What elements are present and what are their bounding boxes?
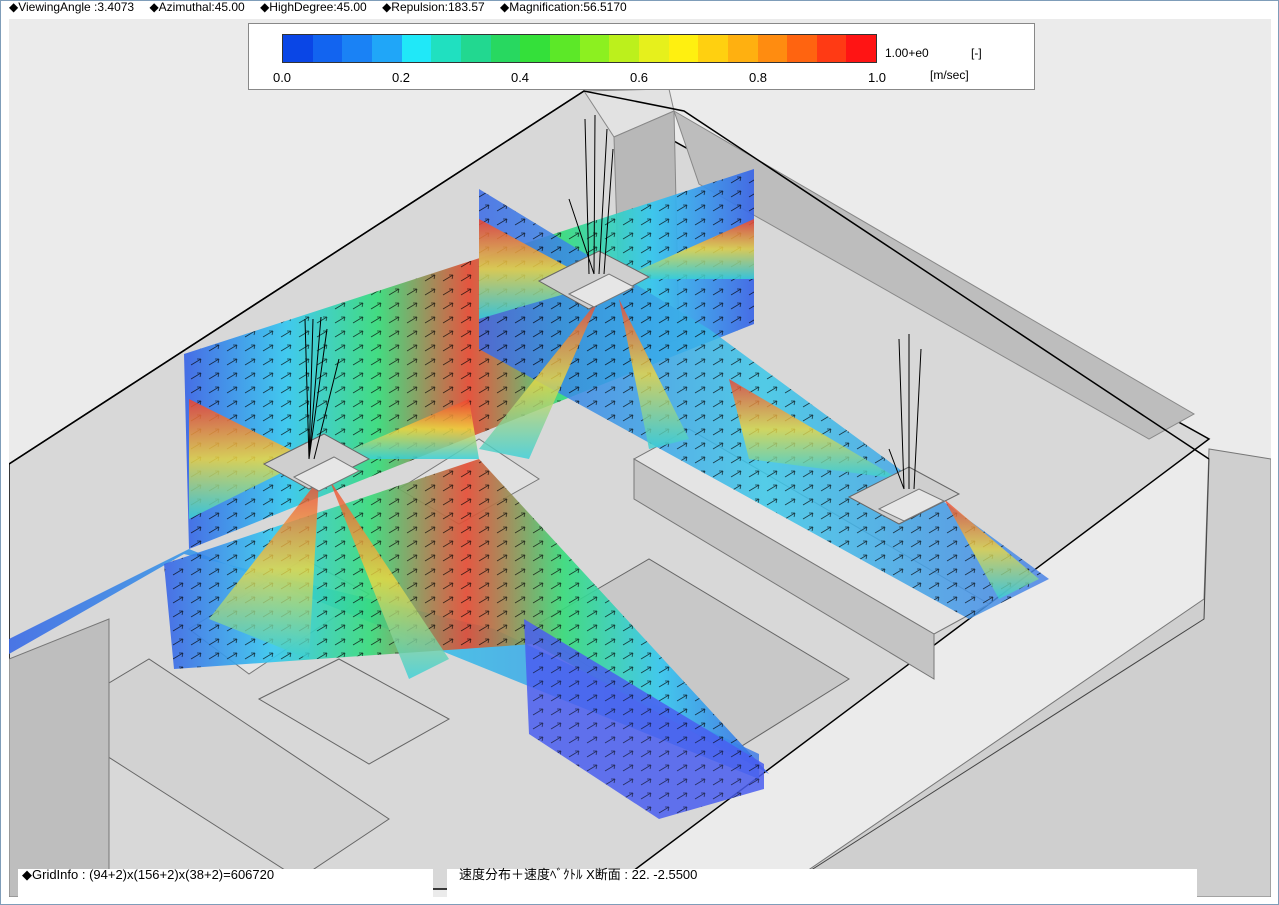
repulsion-readout: ◆Repulsion:183.57 (382, 0, 485, 14)
colorbar-segment (283, 35, 313, 62)
colorbar-segment (549, 35, 580, 62)
colorbar-segment (342, 35, 372, 62)
colorbar (282, 34, 877, 63)
colorbar-segment (757, 35, 788, 62)
colorbar-segment (579, 35, 610, 62)
legend-max-label: 1.00+e0 (885, 46, 929, 60)
colorbar-segment (668, 35, 699, 62)
colorbar-segment (609, 35, 639, 62)
colorbar-tick-label: 1.0 (867, 70, 887, 85)
colorbar-segment (431, 35, 461, 62)
colorbar-segment (312, 35, 343, 62)
section-info-panel: 速度分布＋速度ﾍﾞｸﾄﾙ X断面 : 22. -2.5500 (447, 867, 1197, 897)
azimuthal-readout: ◆Azimuthal:45.00 (149, 0, 245, 14)
view-parameters-bar: ◆ViewingAngle :3.4073 ◆Azimuthal:45.00 ◆… (9, 1, 1271, 19)
colorbar-segment (460, 35, 491, 62)
app-window: ◆ViewingAngle :3.4073 ◆Azimuthal:45.00 ◆… (0, 0, 1279, 905)
high-degree-readout: ◆HighDegree:45.00 (260, 0, 367, 14)
magnification-readout: ◆Magnification:56.5170 (500, 0, 627, 14)
partition-bottom-left (9, 618, 110, 897)
colorbar-tick-label: 0.0 (272, 70, 292, 85)
section-info-text: 速度分布＋速度ﾍﾞｸﾄﾙ X断面 : 22. -2.5500 (459, 867, 698, 882)
grid-info-text: ◆GridInfo : (94+2)x(156+2)x(38+2)=606720 (22, 867, 275, 882)
colorbar-tick-label: 0.4 (510, 70, 530, 85)
colorbar-tick-label: 0.8 (748, 70, 768, 85)
viewing-angle-readout: ◆ViewingAngle :3.4073 (9, 0, 135, 14)
colorbar-segment (371, 35, 402, 62)
colorbar-tick-label: 0.6 (629, 70, 649, 85)
colorbar-segment (846, 35, 877, 62)
colorbar-segment (401, 35, 432, 62)
3d-viewport[interactable] (9, 19, 1271, 897)
colorbar-segment (520, 35, 550, 62)
velocity-color-legend: 0.0 0.2 0.4 0.6 0.8 1.0 1.00+e0 [-] [m/sec] (248, 23, 1035, 90)
grid-info-panel: ◆GridInfo : (94+2)x(156+2)x(38+2)=606720 (18, 867, 433, 897)
colorbar-segment (816, 35, 847, 62)
legend-unit-bracket: [-] (971, 46, 982, 60)
cfd-scene[interactable] (9, 19, 1271, 897)
colorbar-segment (787, 35, 817, 62)
legend-unit-velocity: [m/sec] (930, 68, 969, 82)
colorbar-segment (638, 35, 669, 62)
colorbar-tick-label: 0.2 (391, 70, 411, 85)
colorbar-segment (727, 35, 758, 62)
colorbar-segment (490, 35, 521, 62)
colorbar-segment (698, 35, 728, 62)
